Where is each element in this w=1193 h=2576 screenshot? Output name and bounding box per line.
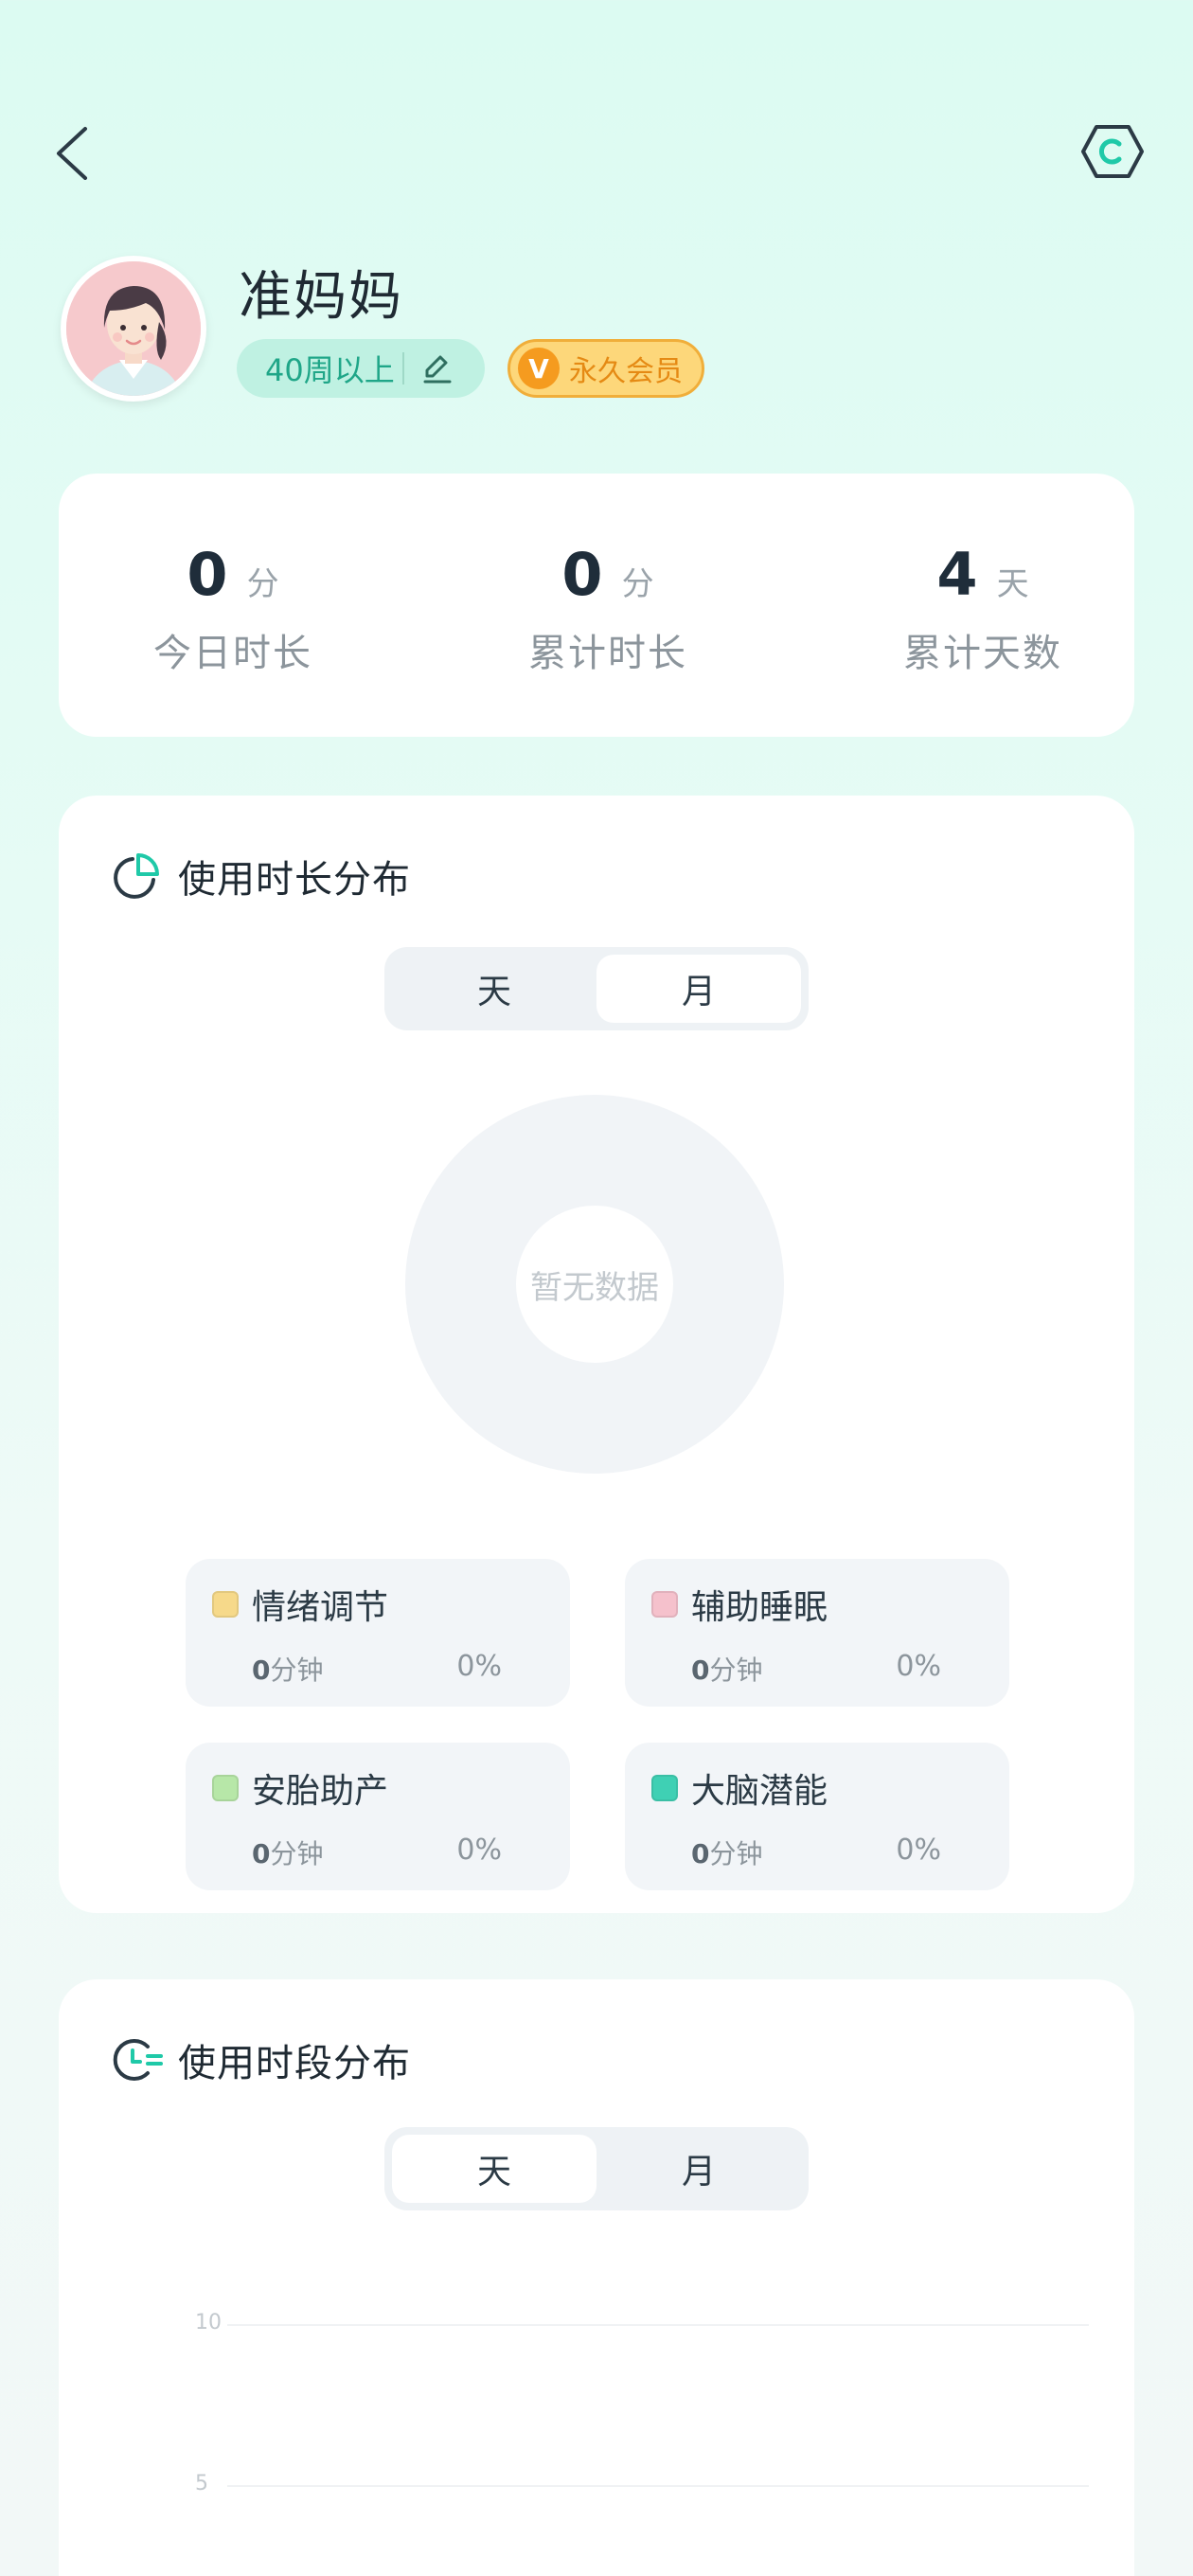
range-segment-control: 天 月 bbox=[384, 947, 809, 1030]
usage-donut-chart: 暂无数据 bbox=[405, 1095, 784, 1474]
divider bbox=[401, 352, 404, 385]
section-title-text: 使用时段分布 bbox=[178, 2042, 411, 2085]
vip-badge[interactable]: V 永久会员 bbox=[507, 339, 704, 398]
y-tick-label: 5 bbox=[195, 2472, 208, 2496]
stat-unit: 天 bbox=[996, 565, 1029, 603]
legend-minutes: 0分钟 bbox=[691, 1655, 763, 1686]
tab-month[interactable]: 月 bbox=[596, 2135, 801, 2203]
legend-name: 安胎助产 bbox=[252, 1772, 389, 1811]
color-swatch bbox=[212, 1775, 239, 1801]
back-button[interactable] bbox=[47, 123, 104, 180]
tab-month[interactable]: 月 bbox=[596, 955, 801, 1023]
legend-name: 大脑潜能 bbox=[691, 1772, 828, 1811]
y-tick-label: 10 bbox=[195, 2311, 222, 2334]
section-title: 使用时段分布 bbox=[110, 2032, 411, 2087]
legend-name: 辅助睡眠 bbox=[691, 1588, 828, 1627]
grid-line bbox=[227, 2324, 1089, 2326]
stat-value: 0 bbox=[561, 540, 603, 609]
legend-percent: 0% bbox=[896, 1834, 941, 1867]
vip-icon: V bbox=[518, 348, 560, 389]
legend-percent: 0% bbox=[456, 1650, 502, 1683]
stat-unit: 分 bbox=[621, 565, 654, 603]
section-title: 使用时长分布 bbox=[110, 849, 411, 903]
range-segment-control: 天 月 bbox=[384, 2127, 809, 2210]
tab-day[interactable]: 天 bbox=[392, 955, 596, 1023]
stats-card: 0 分 今日时长 0 分 累计时长 4 天 累计天数 bbox=[59, 474, 1134, 737]
section-title-text: 使用时长分布 bbox=[178, 858, 411, 902]
color-swatch bbox=[212, 1591, 239, 1618]
legend-item: 情绪调节 0分钟 0% bbox=[186, 1559, 570, 1707]
stat-label: 累计时长 bbox=[528, 632, 687, 675]
empty-state-text: 暂无数据 bbox=[516, 1206, 673, 1363]
legend-minutes: 0分钟 bbox=[691, 1838, 763, 1869]
legend-item: 大脑潜能 0分钟 0% bbox=[625, 1743, 1009, 1890]
stat-value: 4 bbox=[936, 540, 978, 609]
stat-unit: 分 bbox=[246, 565, 279, 603]
legend-percent: 0% bbox=[456, 1834, 502, 1867]
pregnancy-week-badge[interactable]: 40周以上 bbox=[237, 339, 485, 398]
legend-name: 情绪调节 bbox=[252, 1588, 389, 1627]
avatar bbox=[61, 256, 206, 402]
legend-minutes: 0分钟 bbox=[252, 1838, 324, 1869]
vip-label: 永久会员 bbox=[569, 355, 683, 388]
legend-item: 安胎助产 0分钟 0% bbox=[186, 1743, 570, 1890]
period-distribution-card: 使用时段分布 天 月 10 5 bbox=[59, 1979, 1134, 2576]
legend-item: 辅助睡眠 0分钟 0% bbox=[625, 1559, 1009, 1707]
stat-total-days: 4 天 累计天数 bbox=[841, 540, 1125, 677]
pencil-icon bbox=[423, 355, 452, 384]
settings-button[interactable] bbox=[1079, 123, 1146, 180]
stat-total-duration: 0 分 累计时长 bbox=[466, 540, 750, 677]
hexagon-refresh-icon bbox=[1081, 125, 1144, 178]
stat-label: 今日时长 bbox=[153, 632, 312, 675]
back-arrow-icon bbox=[57, 127, 87, 180]
pie-chart-icon bbox=[114, 853, 159, 899]
color-swatch bbox=[651, 1591, 678, 1618]
clock-list-icon bbox=[113, 2039, 163, 2081]
usage-distribution-card: 使用时长分布 天 月 暂无数据 情绪调节 0分钟 0% 辅助睡眠 0分钟 0% … bbox=[59, 796, 1134, 1913]
legend-minutes: 0分钟 bbox=[252, 1655, 324, 1686]
legend-percent: 0% bbox=[896, 1650, 941, 1683]
stat-label: 累计天数 bbox=[903, 632, 1062, 675]
color-swatch bbox=[651, 1775, 678, 1801]
grid-line bbox=[227, 2485, 1089, 2487]
week-label: 40周以上 bbox=[265, 352, 395, 388]
user-name: 准妈妈 bbox=[239, 266, 403, 328]
stat-value: 0 bbox=[187, 540, 228, 609]
tab-day[interactable]: 天 bbox=[392, 2135, 596, 2203]
stat-today: 0 分 今日时长 bbox=[91, 540, 375, 677]
